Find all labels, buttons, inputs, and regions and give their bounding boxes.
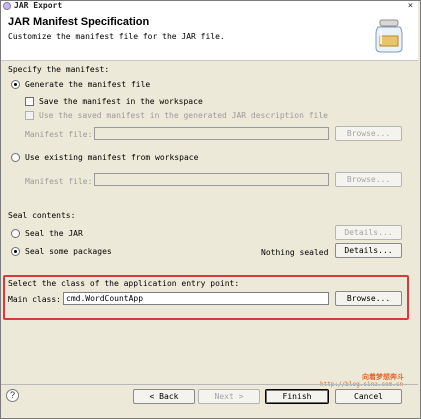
app-icon: [3, 2, 11, 10]
reuse-manifest-label: Use the saved manifest in the generated …: [39, 111, 328, 120]
back-button[interactable]: < Back: [133, 389, 195, 404]
window-title: JAR Export: [14, 1, 63, 10]
generate-manifest-label[interactable]: Generate the manifest file: [25, 80, 150, 89]
seal-jar-radio[interactable]: [11, 229, 20, 238]
main-class-input[interactable]: cmd.WordCountApp: [63, 292, 329, 305]
jar-icon: [375, 19, 403, 53]
use-existing-radio[interactable]: [11, 153, 20, 162]
browse-main-class-button[interactable]: Browse...: [335, 291, 402, 306]
cancel-button[interactable]: Cancel: [335, 389, 402, 404]
existing-manifest-file-label: Manifest file:: [25, 177, 93, 186]
save-manifest-label[interactable]: Save the manifest in the workspace: [39, 97, 203, 106]
existing-manifest-file-input[interactable]: [94, 173, 329, 186]
close-button[interactable]: ×: [404, 1, 417, 11]
sealed-status: Nothing sealed: [261, 248, 329, 257]
help-icon[interactable]: ?: [6, 389, 19, 402]
footer-separator: [1, 384, 418, 385]
details-jar-button[interactable]: Details...: [335, 225, 402, 240]
browse-existing-button[interactable]: Browse...: [335, 172, 402, 187]
next-button[interactable]: Next >: [198, 389, 260, 404]
manifest-file-input[interactable]: [94, 127, 329, 140]
use-existing-label[interactable]: Use existing manifest from workspace: [25, 153, 198, 162]
save-manifest-checkbox[interactable]: [25, 97, 34, 106]
finish-button[interactable]: Finish: [265, 389, 329, 404]
title-bar: [1, 1, 418, 12]
seal-some-label[interactable]: Seal some packages: [25, 247, 112, 256]
seal-jar-label[interactable]: Seal the JAR: [25, 229, 83, 238]
main-class-label: Main class:: [8, 295, 61, 304]
details-packages-button[interactable]: Details...: [335, 243, 402, 258]
browse-manifest-button[interactable]: Browse...: [335, 126, 402, 141]
manifest-file-label: Manifest file:: [25, 130, 93, 139]
reuse-manifest-checkbox[interactable]: [25, 111, 34, 120]
page-title: JAR Manifest Specification: [8, 16, 150, 28]
jar-export-dialog: [0, 0, 421, 419]
manifest-heading: Specify the manifest:: [8, 65, 110, 74]
seal-heading: Seal contents:: [8, 211, 76, 220]
generate-manifest-radio[interactable]: [11, 80, 20, 89]
page-description: Customize the manifest file for the JAR …: [8, 32, 225, 41]
seal-some-radio[interactable]: [11, 247, 20, 256]
entry-heading: Select the class of the application entr…: [8, 279, 240, 288]
